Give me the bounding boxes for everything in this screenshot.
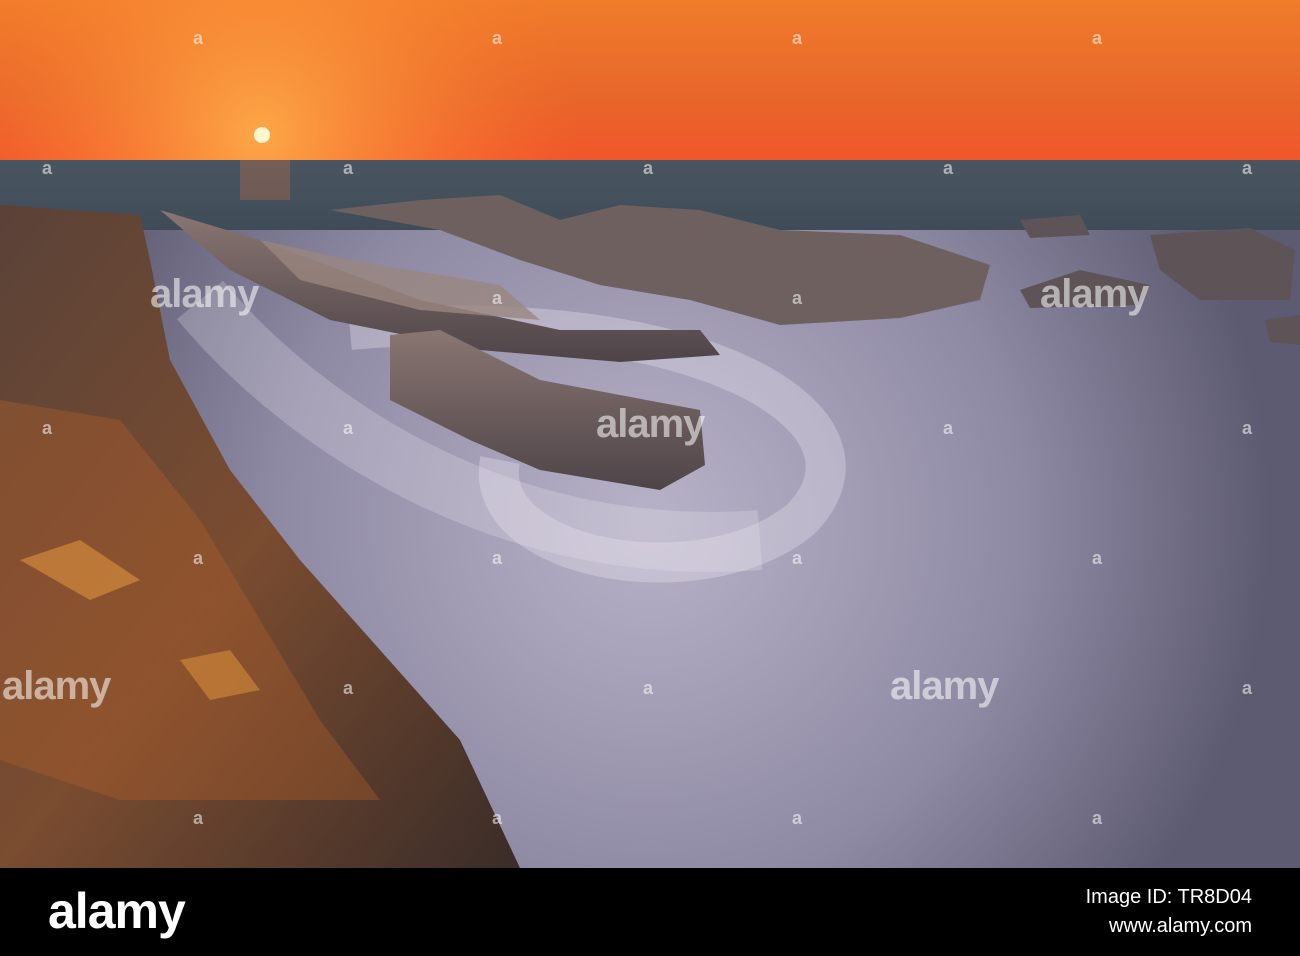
site-url[interactable]: www.alamy.com xyxy=(1086,915,1252,938)
watermark-glyph: a xyxy=(1242,418,1252,438)
watermark-glyph: a xyxy=(792,288,802,308)
watermark-glyph: a xyxy=(643,158,653,178)
watermark-glyph: a xyxy=(792,28,802,48)
sunset-seascape-photo: a a a a a a a a a alamy alamy a a a a al… xyxy=(0,0,1300,868)
watermark-glyph: a xyxy=(343,418,353,438)
watermark-logo: alamy xyxy=(1040,272,1149,316)
image-id: Image ID: TR8D04 xyxy=(1085,886,1252,908)
watermark-glyph: a xyxy=(193,808,203,828)
watermark-glyph: a xyxy=(343,158,353,178)
watermark-glyph: a xyxy=(792,548,802,568)
watermark-glyph: a xyxy=(643,678,653,698)
watermark-logo: alamy xyxy=(150,272,259,316)
watermark-glyph: a xyxy=(42,158,52,178)
watermark-glyph: a xyxy=(492,548,502,568)
watermark-glyph: a xyxy=(1092,548,1102,568)
footer-logo: alamy xyxy=(48,883,186,939)
watermark-glyph: a xyxy=(492,28,502,48)
watermark-logo: alamy xyxy=(596,402,705,446)
watermark-logo: alamy xyxy=(2,664,111,708)
watermark-glyph: a xyxy=(343,678,353,698)
watermark-glyph: a xyxy=(943,418,953,438)
footer-meta: Image ID: TR8D04 www.alamy.com xyxy=(1086,886,1252,938)
watermark-glyph: a xyxy=(492,288,502,308)
watermark-glyph: a xyxy=(1242,158,1252,178)
watermark-glyph: a xyxy=(943,158,953,178)
sun xyxy=(254,127,270,143)
watermark-logo: alamy xyxy=(890,664,999,708)
watermark-glyph: a xyxy=(1092,808,1102,828)
watermark-glyph: a xyxy=(492,808,502,828)
watermark-glyph: a xyxy=(193,548,203,568)
watermark-glyph: a xyxy=(792,808,802,828)
watermark-glyph: a xyxy=(1242,678,1252,698)
watermark-glyph: a xyxy=(42,418,52,438)
watermark-glyph: a xyxy=(193,28,203,48)
stock-footer-bar: alamy Image ID: TR8D04 www.alamy.com xyxy=(0,868,1300,956)
watermark-glyph: a xyxy=(1092,28,1102,48)
